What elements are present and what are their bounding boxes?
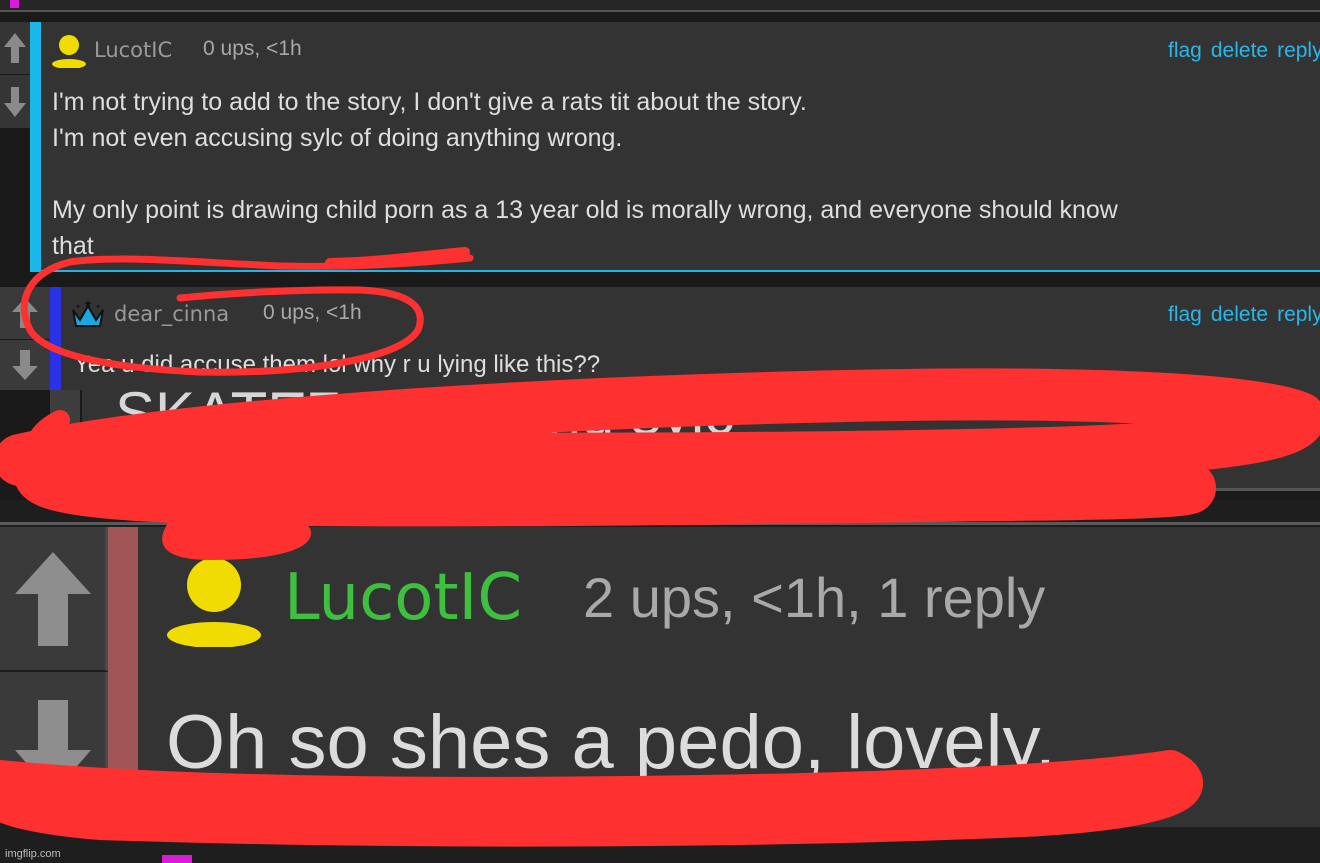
comment-meta: 0 ups, <1h (203, 37, 302, 60)
zoomed-comment-region: LucotIC 2 ups, <1h, 1 reply Oh so shes a… (0, 500, 1320, 863)
comment-line-blank (52, 156, 1118, 192)
svg-text:✦: ✦ (95, 303, 101, 311)
downvote-button[interactable] (0, 672, 108, 823)
comment-username[interactable]: LucotIC (284, 561, 522, 635)
upvote-button[interactable] (0, 287, 50, 340)
svg-text:✦: ✦ (75, 303, 81, 311)
arrow-up-icon (12, 298, 38, 328)
arrow-down-icon (14, 700, 91, 794)
svg-text:★: ★ (84, 299, 93, 310)
comment-username[interactable]: dear_cinna (114, 302, 229, 326)
thread-marker (162, 855, 192, 863)
upvote-button[interactable] (0, 527, 108, 671)
delete-link[interactable]: delete (1211, 39, 1268, 63)
comment-line: My only point is drawing child porn as a… (52, 196, 1118, 224)
user-avatar-icon (167, 558, 261, 647)
comment-text: Oh so shes a pedo, lovely. (166, 700, 1056, 785)
downvote-button[interactable] (0, 340, 50, 391)
comment-line: I'm not even accusing sylc of doing anyt… (52, 124, 623, 152)
arrow-up-icon (4, 33, 26, 63)
comment-text: Yea u did accuse them lol why r u lying … (74, 351, 601, 378)
flag-link[interactable]: flag (1168, 303, 1202, 327)
arrow-down-icon (4, 86, 26, 117)
comment-actions: flag delete reply (1168, 39, 1320, 63)
comment-text: I'm not trying to add to the story, I do… (52, 84, 1118, 264)
cropped-comment-text: SKATE7 IS 14 and sylc (115, 380, 735, 447)
arrow-up-icon (14, 551, 91, 646)
crown-icon: ★ ✦ ✦ (72, 299, 104, 327)
cropped-comment-box: SKATE7 IS 14 and sylc (0, 384, 1320, 500)
reply-link[interactable]: reply (1277, 303, 1320, 327)
reply-link[interactable]: reply (1277, 39, 1320, 63)
downvote-button[interactable] (0, 75, 30, 129)
comment-username[interactable]: LucotIC (94, 38, 172, 62)
comment-meta: 2 ups, <1h, 1 reply (583, 566, 1046, 629)
watermark: imgflip.com (5, 848, 61, 860)
comment-meta: 0 ups, <1h (263, 301, 362, 324)
comment-box: ★ ✦ ✦ dear_cinna 0 ups, <1h flag delete … (50, 287, 1320, 390)
upvote-button[interactable] (0, 22, 30, 75)
arrow-down-icon (12, 350, 38, 380)
comment-box: LucotIC 2 ups, <1h, 1 reply Oh so shes a… (108, 527, 1320, 827)
user-avatar-icon (52, 35, 86, 68)
flag-link[interactable]: flag (1168, 39, 1202, 63)
comment-actions: flag delete reply (1168, 303, 1320, 327)
comment-line: I'm not trying to add to the story, I do… (52, 88, 807, 116)
previous-comment-edge (0, 0, 1320, 12)
comment-line: that (52, 232, 94, 260)
comment-box: LucotIC 0 ups, <1h flag delete reply I'm… (30, 22, 1320, 272)
thread-marker (10, 0, 19, 8)
delete-link[interactable]: delete (1211, 303, 1268, 327)
